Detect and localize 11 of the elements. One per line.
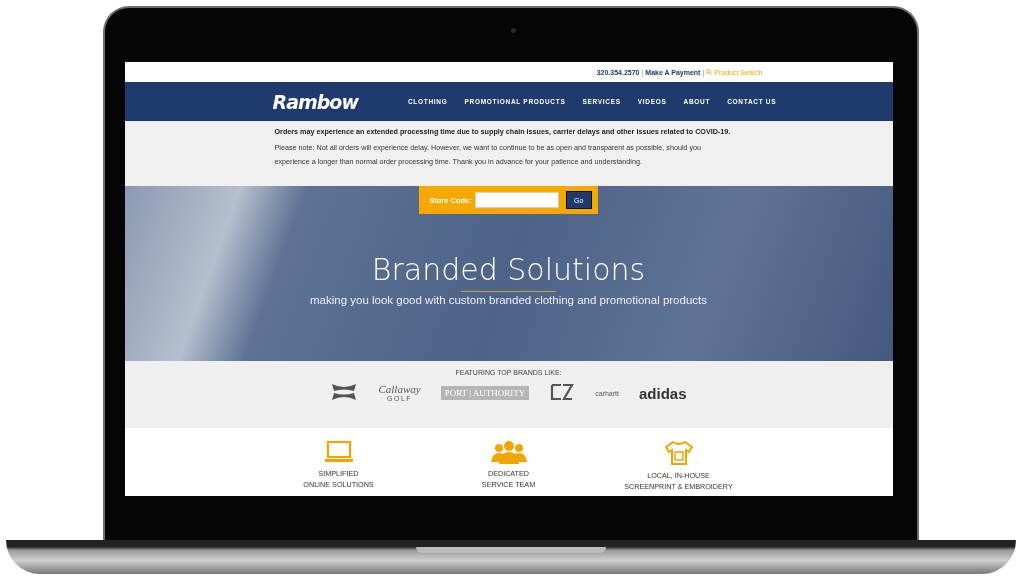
- t-shirt-icon: [663, 440, 694, 466]
- people-icon: [489, 440, 528, 464]
- hero-title: Branded Solutions: [371, 252, 646, 287]
- laptop-icon: [323, 440, 354, 464]
- hero-subtitle: making you look good with custom branded clothing and promotional products: [310, 294, 707, 306]
- search-icon: [706, 69, 713, 75]
- logo[interactable]: Rambow: [272, 90, 358, 113]
- brand-logo[interactable]: adidas: [639, 384, 687, 402]
- brand-logo-icon[interactable]: [549, 383, 576, 403]
- store-code-field[interactable]: [474, 192, 559, 208]
- camera-dot: [510, 28, 516, 33]
